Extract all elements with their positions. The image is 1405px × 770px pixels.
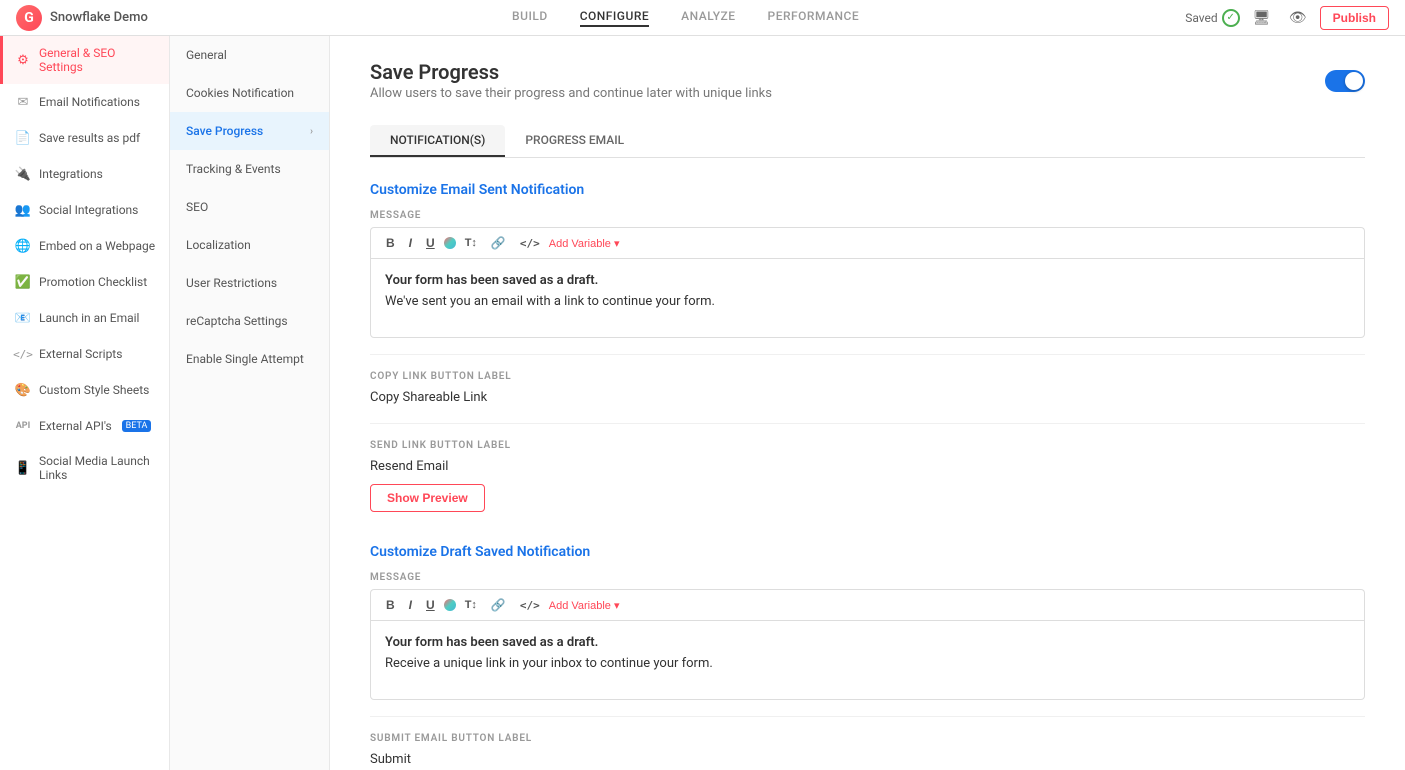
mid-item-general[interactable]: General [170,36,329,74]
editor-content-2[interactable]: Your form has been saved as a draft. Rec… [370,620,1365,700]
editor-toolbar-2: B I U T↕ 🔗 </> Add Variable ▾ [370,589,1365,620]
copy-link-value: Copy Shareable Link [370,388,1365,407]
color-icon-2 [444,599,456,611]
launch-email-icon: 📧 [15,310,31,326]
mid-item-user-restrictions[interactable]: User Restrictions [170,264,329,302]
external-scripts-icon: </> [15,346,31,362]
mid-item-single-attempt[interactable]: Enable Single Attempt [170,340,329,378]
mid-item-recaptcha[interactable]: reCaptcha Settings [170,302,329,340]
email-notifications-icon: ✉ [15,94,31,110]
editor-line2-2: Receive a unique link in your inbox to c… [385,654,1350,675]
email-sent-title: Customize Email Sent Notification [370,182,1365,198]
sidebar-item-embed-webpage[interactable]: 🌐 Embed on a Webpage [0,228,169,264]
mid-item-save-progress[interactable]: Save Progress › [170,112,329,150]
topbar: G Snowflake Demo BUILD CONFIGURE ANALYZE… [0,0,1405,36]
app-logo: G [16,5,42,31]
editor-line1-2: Your form has been saved as a draft. [385,635,598,650]
font-size-btn-1[interactable]: T↕ [460,235,482,251]
page-title: Save Progress [370,60,772,84]
promotion-icon: ✅ [15,274,31,290]
sidebar-item-custom-style-sheets[interactable]: 🎨 Custom Style Sheets [0,372,169,408]
sidebar-item-email-notifications[interactable]: ✉ Email Notifications [0,84,169,120]
main-layout: ⚙ General & SEO Settings ✉ Email Notific… [0,36,1405,770]
external-apis-icon: API [15,418,31,434]
left-sidebar: ⚙ General & SEO Settings ✉ Email Notific… [0,36,170,770]
editor-content-1[interactable]: Your form has been saved as a draft. We'… [370,258,1365,338]
top-nav: BUILD CONFIGURE ANALYZE PERFORMANCE [186,9,1185,27]
beta-badge: BETA [122,420,152,432]
app-name: Snowflake Demo [50,10,148,25]
code-btn-2[interactable]: </> [515,597,545,614]
italic-btn-2[interactable]: I [404,596,417,614]
mid-sidebar: General Cookies Notification Save Progre… [170,36,330,770]
editor-line2-1: We've sent you an email with a link to c… [385,292,1350,313]
save-progress-chevron: › [310,126,313,137]
add-variable-btn-1[interactable]: Add Variable ▾ [549,237,620,250]
editor-line1-1: Your form has been saved as a draft. [385,273,598,288]
email-sent-section: Customize Email Sent Notification MESSAG… [370,182,1365,512]
nav-analyze[interactable]: ANALYZE [681,9,735,27]
sidebar-item-external-scripts[interactable]: </> External Scripts [0,336,169,372]
page-header: Save Progress Allow users to save their … [370,60,1365,101]
link-btn-1[interactable]: 🔗 [486,234,511,252]
sidebar-item-promotion-checklist[interactable]: ✅ Promotion Checklist [0,264,169,300]
tab-progress-email[interactable]: PROGRESS EMAIL [505,125,644,157]
add-variable-btn-2[interactable]: Add Variable ▾ [549,599,620,612]
social-media-icon: 📱 [15,460,31,476]
color-icon-1 [444,237,456,249]
send-link-label: SEND LINK BUTTON LABEL [370,440,1365,451]
editor-toolbar-1: B I U T↕ 🔗 </> Add Variable ▾ [370,227,1365,258]
font-size-btn-2[interactable]: T↕ [460,597,482,613]
sidebar-item-launch-email[interactable]: 📧 Launch in an Email [0,300,169,336]
topbar-eye-icon[interactable]: 👁 [1284,4,1312,32]
submit-email-label: SUBMIT EMAIL BUTTON LABEL [370,733,1365,744]
mid-item-cookies[interactable]: Cookies Notification [170,74,329,112]
nav-performance[interactable]: PERFORMANCE [768,9,860,27]
code-btn-1[interactable]: </> [515,235,545,252]
sidebar-item-social-media[interactable]: 📱 Social Media Launch Links [0,444,169,492]
topbar-right: Saved ✓ 🖥 👁 Publish [1185,4,1389,32]
tab-bar: NOTIFICATION(S) PROGRESS EMAIL [370,125,1365,158]
bold-btn-2[interactable]: B [381,596,400,614]
saved-status: Saved ✓ [1185,9,1239,27]
draft-saved-title: Customize Draft Saved Notification [370,544,1365,560]
saved-check-icon: ✓ [1222,9,1240,27]
message-label-2: MESSAGE [370,572,1365,583]
save-progress-toggle[interactable] [1325,70,1365,92]
submit-email-value: Submit [370,750,1365,769]
page-subtitle: Allow users to save their progress and c… [370,86,772,101]
bold-btn-1[interactable]: B [381,234,400,252]
sidebar-item-save-results[interactable]: 📄 Save results as pdf [0,120,169,156]
page-header-text: Save Progress Allow users to save their … [370,60,772,101]
save-results-icon: 📄 [15,130,31,146]
italic-btn-1[interactable]: I [404,234,417,252]
sidebar-item-social-integrations[interactable]: 👥 Social Integrations [0,192,169,228]
link-btn-2[interactable]: 🔗 [486,596,511,614]
sidebar-item-general-seo[interactable]: ⚙ General & SEO Settings [0,36,169,84]
nav-build[interactable]: BUILD [512,9,548,27]
general-seo-icon: ⚙ [15,52,31,68]
publish-button[interactable]: Publish [1320,6,1389,30]
send-link-value: Resend Email [370,457,1365,476]
draft-saved-section: Customize Draft Saved Notification MESSA… [370,544,1365,770]
underline-btn-1[interactable]: U [421,234,440,252]
tab-notifications[interactable]: NOTIFICATION(S) [370,125,505,157]
logo-area: G Snowflake Demo [16,5,186,31]
integrations-icon: 🔌 [15,166,31,182]
message-label-1: MESSAGE [370,210,1365,221]
topbar-monitor-icon[interactable]: 🖥 [1248,4,1276,32]
main-content: Save Progress Allow users to save their … [330,36,1405,770]
custom-sheets-icon: 🎨 [15,382,31,398]
copy-link-label: COPY LINK BUTTON LABEL [370,371,1365,382]
mid-item-seo[interactable]: SEO [170,188,329,226]
show-preview-btn-1[interactable]: Show Preview [370,484,485,512]
mid-item-localization[interactable]: Localization [170,226,329,264]
sidebar-item-external-apis[interactable]: API External API's BETA [0,408,169,444]
sidebar-item-integrations[interactable]: 🔌 Integrations [0,156,169,192]
underline-btn-2[interactable]: U [421,596,440,614]
embed-icon: 🌐 [15,238,31,254]
nav-configure[interactable]: CONFIGURE [580,9,649,27]
mid-item-tracking[interactable]: Tracking & Events [170,150,329,188]
social-integrations-icon: 👥 [15,202,31,218]
